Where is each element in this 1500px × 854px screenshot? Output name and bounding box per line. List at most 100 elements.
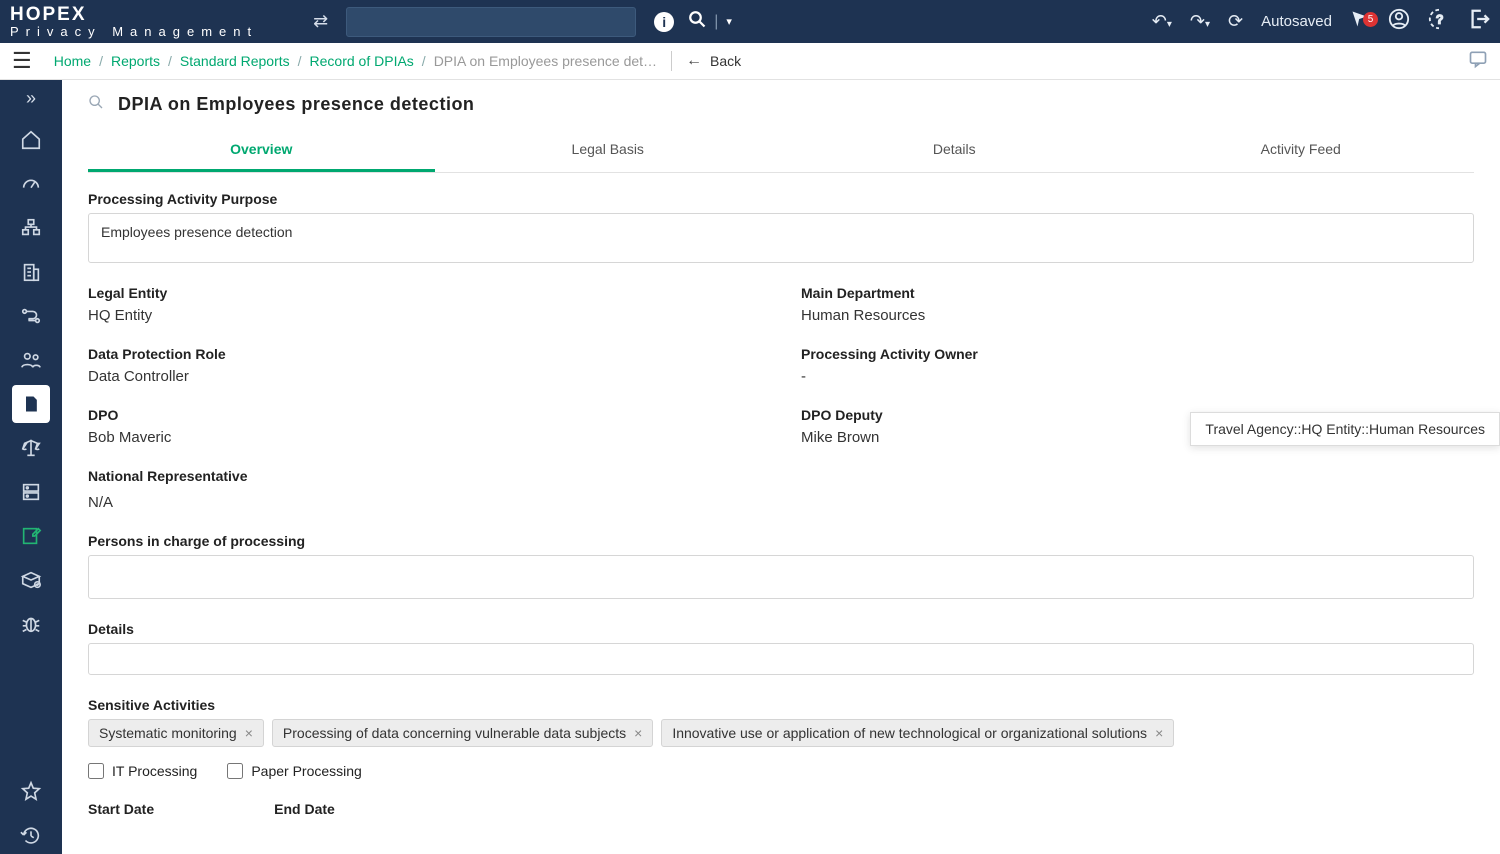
brand-line1: HOPEX [10, 5, 258, 25]
search-icon[interactable] [688, 10, 706, 33]
search-dropdown-caret-icon[interactable]: ▾ [726, 15, 732, 28]
pa-owner-label: Processing Activity Owner [801, 346, 1474, 362]
breadcrumb-bar: ☰ Home / Reports / Standard Reports / Re… [0, 43, 1500, 80]
nav-history-icon[interactable] [12, 816, 50, 854]
comment-icon[interactable] [1468, 49, 1488, 74]
divider [671, 51, 672, 71]
details-field[interactable] [88, 643, 1474, 675]
separator: | [714, 13, 718, 31]
header-right-group: ↶▾ ↷▾ ⟳ Autosaved 5 ? [1152, 8, 1490, 36]
form-area: Processing Activity Purpose Employees pr… [62, 173, 1500, 854]
tab-overview[interactable]: Overview [88, 129, 435, 172]
undo-icon[interactable]: ↶▾ [1152, 11, 1172, 32]
left-sidebar: » [0, 80, 62, 854]
nav-document-icon[interactable] [12, 385, 50, 423]
brand-logo: HOPEX Privacy Management [10, 5, 258, 39]
nav-bug-icon[interactable] [12, 605, 50, 643]
legal-entity-value: HQ Entity [88, 307, 761, 324]
nav-org-icon[interactable] [12, 209, 50, 247]
dpo-label: DPO [88, 407, 761, 423]
page-title: DPIA on Employees presence detection [118, 94, 474, 115]
info-icon[interactable]: i [654, 12, 674, 32]
title-row: DPIA on Employees presence detection [62, 80, 1500, 129]
sensitive-label: Sensitive Activities [88, 697, 1474, 713]
dp-role-label: Data Protection Role [88, 346, 761, 362]
main-content: DPIA on Employees presence detection Ove… [62, 80, 1500, 854]
hamburger-icon[interactable]: ☰ [12, 48, 32, 74]
nav-balance-icon[interactable] [12, 429, 50, 467]
nat-rep-label: National Representative [88, 468, 1474, 484]
crumb-current: DPIA on Employees presence det… [434, 53, 657, 69]
nav-flow-icon[interactable] [12, 297, 50, 335]
logout-icon[interactable] [1468, 8, 1490, 36]
back-button[interactable]: Back [710, 53, 741, 69]
end-date-label: End Date [274, 801, 335, 817]
hover-tooltip: Travel Agency::HQ Entity::Human Resource… [1190, 412, 1500, 446]
tab-bar: Overview Legal Basis Details Activity Fe… [88, 129, 1474, 173]
crumb-standard[interactable]: Standard Reports [180, 53, 290, 69]
tag-label: Systematic monitoring [99, 725, 237, 741]
main-dept-label: Main Department [801, 285, 1474, 301]
nav-box-icon[interactable] [12, 561, 50, 599]
help-icon[interactable]: ? [1428, 8, 1450, 36]
nav-server-icon[interactable] [12, 473, 50, 511]
crumb-record[interactable]: Record of DPIAs [310, 53, 414, 69]
crumb-sep: / [422, 53, 426, 69]
notification-badge: 5 [1363, 12, 1378, 27]
tag-remove-icon[interactable]: × [1155, 725, 1163, 741]
tab-activity-feed[interactable]: Activity Feed [1128, 129, 1475, 172]
checkbox-label: Paper Processing [251, 763, 362, 779]
tag-remove-icon[interactable]: × [245, 725, 253, 741]
redo-icon[interactable]: ↷▾ [1190, 11, 1210, 32]
tab-legal-basis[interactable]: Legal Basis [435, 129, 782, 172]
sensitive-tags: Systematic monitoring × Processing of dat… [88, 719, 1474, 747]
autosaved-label: Autosaved [1261, 13, 1332, 30]
top-header: HOPEX Privacy Management ⇄ i | ▾ ↶▾ ↷▾ ⟳… [0, 0, 1500, 43]
start-date-label: Start Date [88, 801, 154, 817]
checkbox-paper-processing[interactable]: Paper Processing [227, 763, 362, 779]
swap-icon[interactable]: ⇄ [313, 11, 328, 32]
tag-item[interactable]: Innovative use or application of new tec… [661, 719, 1174, 747]
main-dept-value: Human Resources [801, 307, 1474, 324]
dp-role-value: Data Controller [88, 368, 761, 385]
global-search-input[interactable] [346, 7, 636, 37]
refresh-icon[interactable]: ⟳ [1228, 11, 1243, 32]
tag-remove-icon[interactable]: × [634, 725, 642, 741]
tag-label: Innovative use or application of new tec… [672, 725, 1147, 741]
tag-item[interactable]: Processing of data concerning vulnerable… [272, 719, 653, 747]
crumb-sep: / [298, 53, 302, 69]
crumb-reports[interactable]: Reports [111, 53, 160, 69]
nav-building-icon[interactable] [12, 253, 50, 291]
tag-label: Processing of data concerning vulnerable… [283, 725, 626, 741]
checkbox-label: IT Processing [112, 763, 197, 779]
checkbox-it-processing[interactable]: IT Processing [88, 763, 197, 779]
nav-edit-icon[interactable] [12, 517, 50, 555]
nav-dashboard-icon[interactable] [12, 165, 50, 203]
persons-field[interactable] [88, 555, 1474, 599]
tab-details[interactable]: Details [781, 129, 1128, 172]
details-label: Details [88, 621, 1474, 637]
legal-entity-label: Legal Entity [88, 285, 761, 301]
title-search-icon[interactable] [88, 94, 104, 115]
tag-item[interactable]: Systematic monitoring × [88, 719, 264, 747]
nav-favorites-icon[interactable] [12, 772, 50, 810]
nav-home-icon[interactable] [12, 121, 50, 159]
nav-people-icon[interactable] [12, 341, 50, 379]
sidebar-expand-icon[interactable]: » [26, 88, 36, 109]
checkbox-input[interactable] [88, 763, 104, 779]
brand-line2: Privacy Management [10, 25, 258, 39]
crumb-sep: / [168, 53, 172, 69]
pa-owner-value: - [801, 368, 1474, 385]
dpo-value: Bob Maveric [88, 429, 761, 446]
checkbox-input[interactable] [227, 763, 243, 779]
purpose-label: Processing Activity Purpose [88, 191, 1474, 207]
crumb-sep: / [99, 53, 103, 69]
notifications-icon[interactable]: 5 [1350, 9, 1370, 34]
crumb-home[interactable]: Home [54, 53, 91, 69]
user-avatar-icon[interactable] [1388, 8, 1410, 36]
back-arrow-icon[interactable]: ← [686, 52, 702, 70]
nat-rep-value: N/A [88, 494, 1474, 511]
svg-text:?: ? [1436, 12, 1443, 26]
persons-label: Persons in charge of processing [88, 533, 1474, 549]
purpose-field[interactable]: Employees presence detection [88, 213, 1474, 263]
